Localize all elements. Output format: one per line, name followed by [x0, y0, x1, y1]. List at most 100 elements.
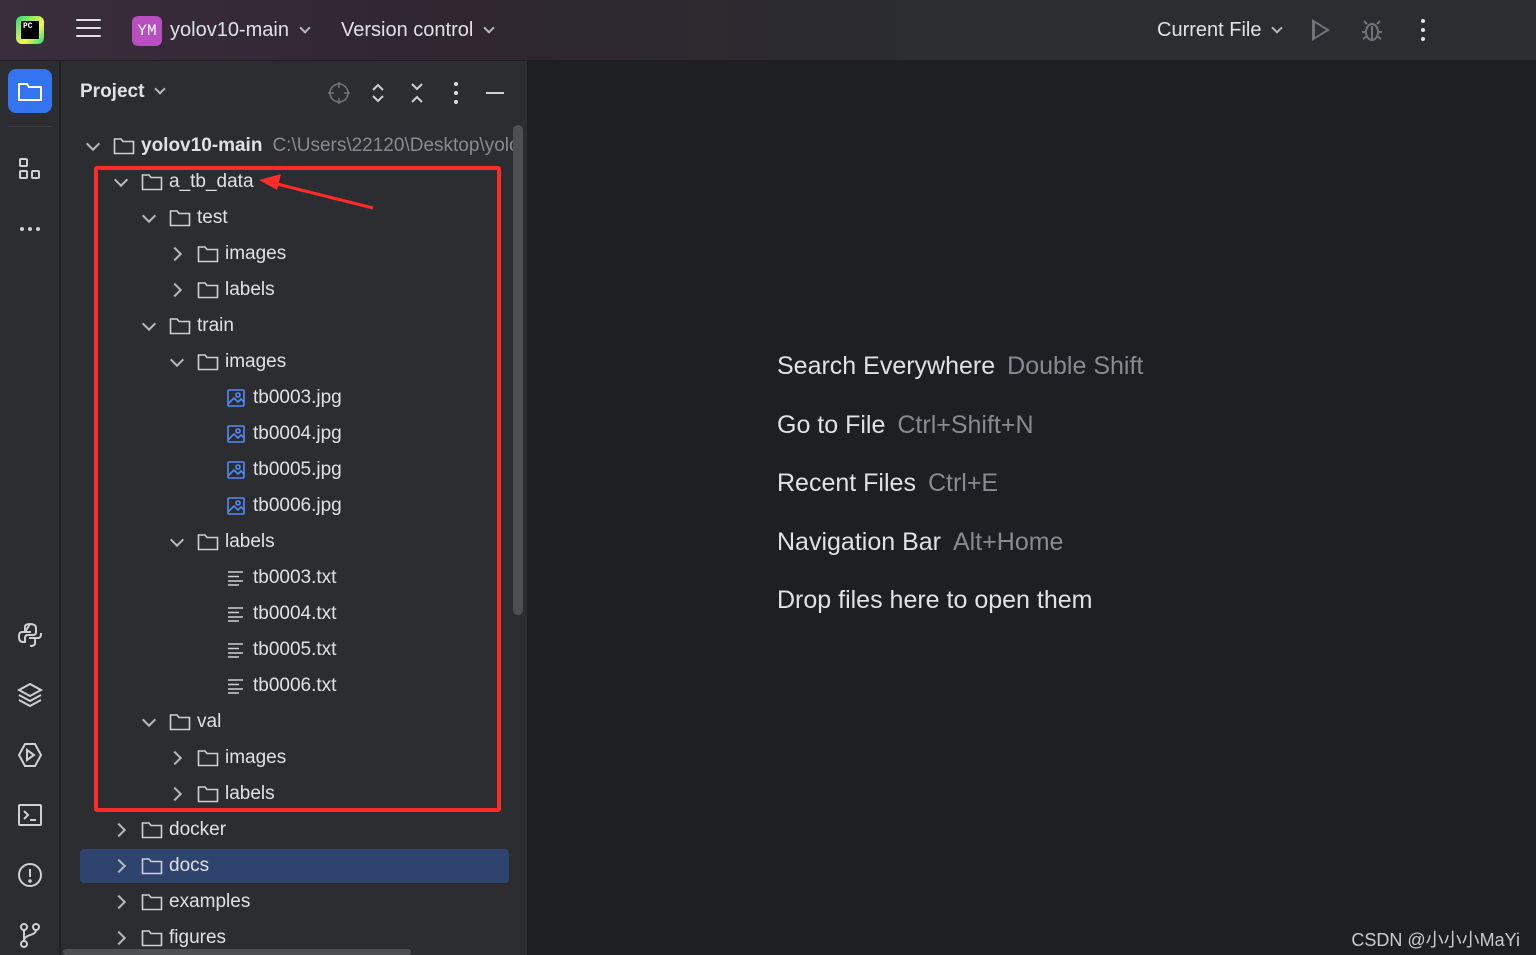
tree-folder-row[interactable]: docs	[80, 849, 509, 883]
python-console-button[interactable]	[8, 613, 52, 657]
chevron-right-icon[interactable]	[169, 246, 185, 262]
editor-empty-state: Search Everywhere Double Shift Go to File C…	[529, 61, 1536, 955]
editor-hint-row: Recent Files Ctrl+E	[777, 469, 998, 498]
tree-folder-row[interactable]: examples	[80, 885, 509, 919]
tool-window-strip	[0, 61, 60, 955]
tree-folder-row[interactable]: labels	[80, 273, 509, 307]
tree-folder-row[interactable]: docker	[80, 813, 509, 847]
chevron-right-icon[interactable]	[113, 822, 129, 838]
tree-folder-row[interactable]: yolov10-main C:\Users\22120\Desktop\yolo	[80, 129, 520, 163]
project-panel-title[interactable]: Project	[80, 81, 167, 103]
chevron-right-icon[interactable]	[169, 750, 185, 766]
run-icon[interactable]	[1312, 19, 1330, 41]
tree-item-label: tb0003.txt	[253, 567, 337, 588]
editor-hint-row: Drop files here to open them	[777, 586, 1092, 615]
more-actions-icon[interactable]	[1420, 19, 1426, 41]
tree-item-label: tb0003.jpg	[253, 387, 342, 408]
horizontal-scrollbar[interactable]	[63, 949, 411, 955]
hint-action[interactable]: Go to File	[777, 411, 885, 439]
hide-panel-icon[interactable]	[483, 81, 507, 105]
layers-icon	[16, 682, 44, 708]
git-button[interactable]	[8, 913, 52, 955]
hint-action[interactable]: Recent Files	[777, 469, 916, 497]
chevron-down-icon	[483, 21, 495, 34]
tree-folder-row[interactable]: images	[80, 741, 509, 775]
main-menu-icon[interactable]	[76, 19, 101, 41]
tree-folder-row[interactable]: a_tb_data	[80, 165, 509, 199]
tree-file-row[interactable]: tb0006.jpg	[80, 489, 509, 523]
tree-file-row[interactable]: tb0003.txt	[80, 561, 509, 595]
chevron-down-icon[interactable]	[169, 534, 185, 550]
chevron-right-icon[interactable]	[113, 858, 129, 874]
tree-item-label: tb0005.jpg	[253, 459, 342, 480]
folder-icon	[141, 893, 163, 911]
tree-folder-row[interactable]: images	[80, 237, 509, 271]
structure-tool-button[interactable]	[8, 147, 52, 191]
chevron-right-icon[interactable]	[113, 930, 129, 946]
folder-icon	[141, 821, 163, 839]
folder-icon	[169, 317, 191, 335]
tree-file-row[interactable]: tb0004.jpg	[80, 417, 509, 451]
vertical-scrollbar[interactable]	[513, 125, 523, 615]
hint-action[interactable]: Navigation Bar	[777, 528, 941, 556]
tree-file-row[interactable]: tb0004.txt	[80, 597, 509, 631]
tree-item-label: labels	[225, 279, 275, 300]
chevron-down-icon[interactable]	[141, 714, 157, 730]
tree-item-label: tb0006.jpg	[253, 495, 342, 516]
run-config-selector[interactable]: Current File	[1157, 0, 1284, 61]
chevron-down-icon[interactable]	[169, 354, 185, 370]
chevron-right-icon[interactable]	[169, 786, 185, 802]
chevron-right-icon[interactable]	[113, 894, 129, 910]
tree-item-label: test	[197, 207, 228, 228]
project-tool-button[interactable]	[8, 69, 52, 113]
chevron-right-icon[interactable]	[169, 282, 185, 298]
folder-icon	[141, 173, 163, 191]
tree-folder-row[interactable]: test	[80, 201, 509, 235]
services-button[interactable]	[8, 733, 52, 777]
chevron-down-icon[interactable]	[85, 138, 101, 154]
hint-action[interactable]: Drop files here to open them	[777, 586, 1092, 614]
project-panel-label: Project	[80, 81, 145, 102]
expand-all-icon[interactable]	[366, 81, 390, 105]
tree-folder-row[interactable]: labels	[80, 525, 509, 559]
tree-item-label: yolov10-main	[141, 135, 263, 156]
editor-hint-row: Navigation Bar Alt+Home	[777, 528, 1063, 557]
tree-item-label: a_tb_data	[169, 171, 254, 192]
collapse-all-icon[interactable]	[405, 81, 429, 105]
chevron-down-icon[interactable]	[141, 210, 157, 226]
text-file-icon	[225, 569, 247, 587]
run-config-label: Current File	[1157, 19, 1262, 41]
version-control-label: Version control	[341, 19, 474, 41]
locate-file-icon[interactable]	[327, 81, 351, 105]
project-switcher[interactable]: YM yolov10-main	[132, 0, 311, 61]
tree-folder-row[interactable]: val	[80, 705, 509, 739]
tree-file-row[interactable]: tb0006.txt	[80, 669, 509, 703]
terminal-icon	[18, 804, 42, 826]
chevron-down-icon[interactable]	[113, 174, 129, 190]
debug-icon[interactable]	[1361, 18, 1383, 42]
panel-options-icon[interactable]	[453, 82, 459, 104]
folder-icon	[113, 137, 135, 155]
tree-item-label: tb0004.jpg	[253, 423, 342, 444]
tree-folder-row[interactable]: images	[80, 345, 509, 379]
terminal-button[interactable]	[8, 793, 52, 837]
tree-file-row[interactable]: tb0005.txt	[80, 633, 509, 667]
problems-button[interactable]	[8, 853, 52, 897]
tree-folder-row[interactable]: labels	[80, 777, 509, 811]
version-control-menu[interactable]: Version control	[341, 0, 495, 61]
hint-shortcut: Alt+Home	[952, 528, 1064, 556]
tree-file-row[interactable]: tb0003.jpg	[80, 381, 509, 415]
tree-file-row[interactable]: tb0005.jpg	[80, 453, 509, 487]
tree-folder-row[interactable]: train	[80, 309, 509, 343]
tree-item-label: labels	[225, 783, 275, 804]
pycharm-logo-icon[interactable]: PC	[16, 16, 44, 44]
divider	[8, 126, 52, 127]
chevron-down-icon[interactable]	[141, 318, 157, 334]
tree-item-label: images	[225, 243, 287, 264]
more-tools-button[interactable]	[8, 207, 52, 251]
hint-action[interactable]: Search Everywhere	[777, 352, 995, 380]
folder-icon	[197, 353, 219, 371]
tree-item-label: train	[197, 315, 234, 336]
python-packages-button[interactable]	[8, 673, 52, 717]
tree-item-label: tb0004.txt	[253, 603, 337, 624]
